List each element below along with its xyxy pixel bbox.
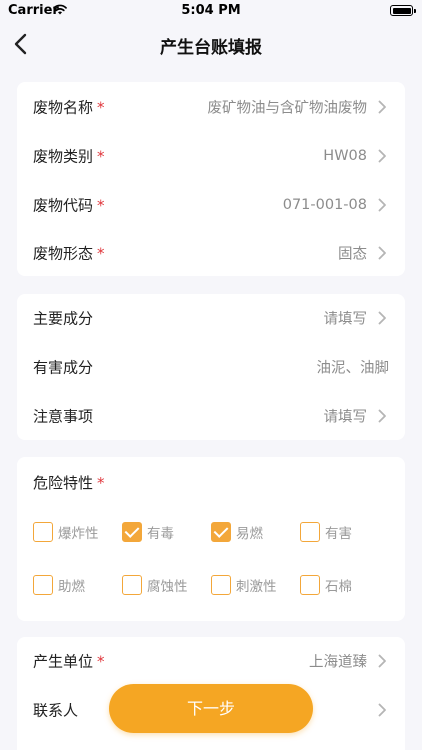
checkbox[interactable] — [300, 522, 320, 542]
waste-row-1[interactable]: 废物名称 * 废矿物油与含矿物油废物 — [17, 82, 405, 132]
composition-row-2[interactable]: 有害成分 油泥、油脚 — [17, 343, 405, 392]
waste-info-card: 废物名称 * 废矿物油与含矿物油废物废物类别 * HW08 废物代码 * 071-001-08… — [17, 82, 405, 276]
field-label: 产生单位 * — [33, 652, 105, 671]
field-label: 废物代码 * — [33, 196, 105, 215]
chevron-right-icon — [378, 100, 386, 114]
composition-card: 主要成分 请填写 有害成分 油泥、油脚 注意事项 请填写 — [17, 294, 405, 440]
hazard-option-label: 易燃 — [236, 526, 263, 542]
navigation-bar: 产生台账填报 — [0, 22, 422, 66]
chevron-right-icon — [378, 654, 386, 668]
field-label: 主要成分 — [33, 309, 94, 328]
hazard-option-label: 刺激性 — [236, 579, 277, 595]
battery-icon — [390, 5, 416, 16]
chevron-right-icon — [378, 409, 386, 423]
waste-row-4[interactable]: 废物形态 * 固态 — [17, 229, 405, 278]
chevron-right-icon — [378, 149, 386, 163]
hazard-option-4[interactable]: 有害 — [300, 521, 352, 543]
status-bar: Carrier 5:04 PM — [0, 0, 422, 22]
checkbox[interactable] — [122, 575, 142, 595]
field-label: 有害成分 — [33, 358, 94, 377]
field-value: HW08 — [323, 148, 367, 165]
hazard-option-label: 腐蚀性 — [147, 579, 188, 595]
required-asterisk: * — [97, 196, 105, 215]
page-title: 产生台账填报 — [160, 38, 262, 58]
chevron-right-icon — [378, 311, 386, 325]
field-label: 注意事项 — [33, 407, 94, 426]
field-value: 油泥、油脚 — [316, 360, 390, 377]
waste-row-2[interactable]: 废物类别 * HW08 — [17, 132, 405, 181]
field-value: 071-001-08 — [282, 196, 367, 213]
unit-row-1[interactable]: 产生单位 * 上海道臻 — [17, 637, 405, 686]
field-label: 废物形态 * — [33, 244, 105, 263]
checkbox[interactable] — [33, 575, 53, 595]
chevron-right-icon — [378, 198, 386, 212]
hazard-option-3[interactable]: 易燃 — [211, 521, 263, 543]
hazard-option-8[interactable]: 石棉 — [300, 574, 352, 596]
hazard-option-7[interactable]: 刺激性 — [211, 574, 277, 596]
hazard-option-label: 助燃 — [58, 579, 85, 595]
next-step-button[interactable]: 下一步 — [109, 684, 313, 733]
checkbox[interactable] — [33, 522, 53, 542]
required-asterisk: * — [97, 147, 105, 166]
field-value: 请填写 — [323, 311, 368, 328]
hazard-option-label: 有毒 — [147, 526, 174, 542]
hazard-option-5[interactable]: 助燃 — [33, 574, 85, 596]
required-asterisk: * — [97, 98, 105, 117]
hazard-option-label: 石棉 — [325, 579, 352, 595]
required-asterisk: * — [97, 474, 105, 492]
hazard-option-2[interactable]: 有毒 — [122, 521, 174, 543]
hazard-option-label: 有害 — [325, 526, 352, 542]
hazard-card: 危险特性 * 爆炸性 有毒 易燃 有害助燃 腐蚀性 刺激性 石棉 — [17, 457, 405, 621]
checkbox[interactable] — [122, 522, 142, 542]
field-label: 废物类别 * — [33, 147, 105, 166]
checkbox[interactable] — [300, 575, 320, 595]
field-value: 固态 — [338, 246, 367, 263]
field-label: 废物名称 * — [33, 98, 105, 117]
field-value: 上海道臻 — [309, 654, 367, 671]
field-value: 请填写 — [323, 409, 368, 426]
hazard-option-1[interactable]: 爆炸性 — [33, 521, 99, 543]
chevron-right-icon — [378, 703, 386, 717]
field-label: 联系人 — [33, 701, 79, 720]
hazard-option-label: 爆炸性 — [58, 526, 99, 542]
field-value: 废矿物油与含矿物油废物 — [207, 100, 368, 117]
required-asterisk: * — [97, 244, 105, 263]
composition-row-3[interactable]: 注意事项 请填写 — [17, 391, 405, 440]
hazard-title: 危险特性 * — [33, 474, 105, 492]
checkbox[interactable] — [211, 522, 231, 542]
clock: 5:04 PM — [181, 3, 241, 18]
checkbox[interactable] — [211, 575, 231, 595]
required-asterisk: * — [97, 652, 105, 671]
hazard-option-6[interactable]: 腐蚀性 — [122, 574, 188, 596]
chevron-right-icon — [378, 246, 386, 260]
composition-row-1[interactable]: 主要成分 请填写 — [17, 294, 405, 343]
waste-row-3[interactable]: 废物代码 * 071-001-08 — [17, 181, 405, 230]
